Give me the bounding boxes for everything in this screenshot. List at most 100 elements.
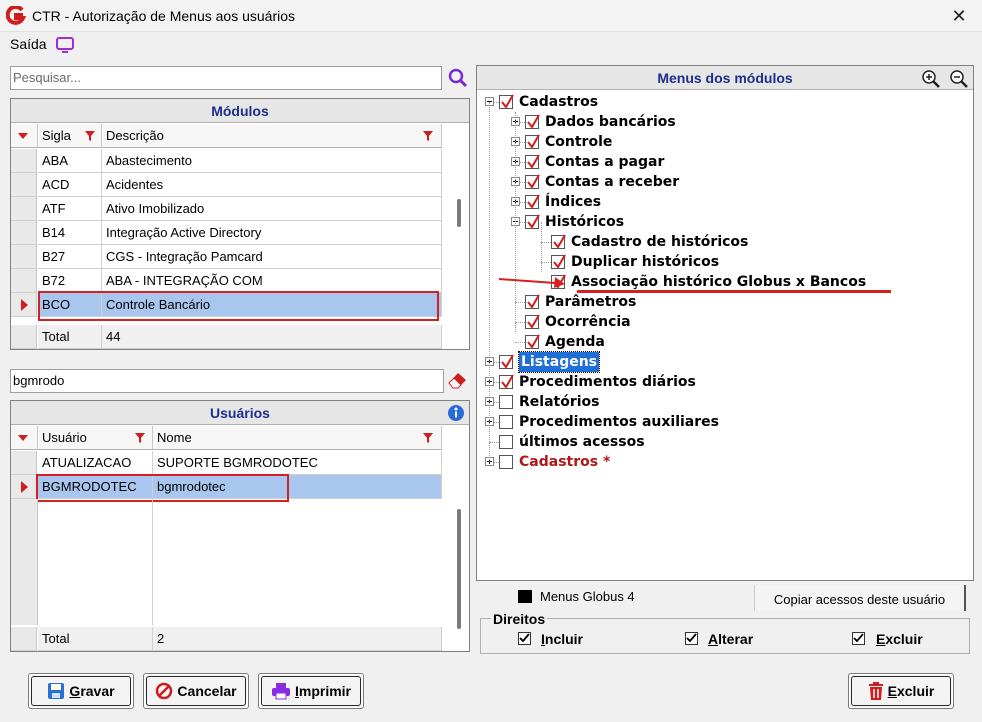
info-icon[interactable] — [447, 404, 465, 422]
close-window-button[interactable]: ✕ — [936, 0, 982, 32]
tree-item[interactable]: Ocorrência — [477, 312, 973, 332]
tree-checkbox[interactable] — [499, 455, 513, 469]
tree-checkbox[interactable] — [499, 435, 513, 449]
tree-item[interactable]: Índices — [477, 192, 973, 212]
menu-saida[interactable]: Saída — [10, 36, 47, 52]
table-row[interactable]: Acidentes — [102, 173, 442, 197]
zoom-in-icon[interactable] — [921, 69, 941, 89]
search-input[interactable]: Pesquisar... — [10, 66, 442, 90]
row-indicator[interactable] — [11, 197, 37, 221]
tree-item[interactable]: Parâmetros — [477, 292, 973, 312]
table-row[interactable]: ATF — [38, 197, 102, 221]
tree-item[interactable]: Procedimentos auxiliares — [477, 412, 973, 432]
incluir-label[interactable]: Incluir — [541, 631, 583, 647]
table-row[interactable]: B14 — [38, 221, 102, 245]
tree-item[interactable]: Listagens — [477, 351, 973, 373]
row-indicator[interactable] — [11, 149, 37, 173]
column-header-usuario[interactable]: Usuário — [38, 426, 153, 450]
menu-tree: Cadastros Dados bancários Controle Contas a… — [477, 92, 973, 572]
filter-icon[interactable] — [423, 131, 433, 141]
alterar-label[interactable]: Alterar — [708, 631, 753, 647]
legend-bar: Menus Globus 4 Copiar acessos deste usuá… — [476, 585, 970, 611]
search-icon[interactable] — [447, 67, 469, 89]
column-header-nome[interactable]: Nome — [153, 426, 442, 450]
usuarios-indicator-header[interactable] — [11, 426, 38, 450]
excluir-checkbox[interactable] — [852, 632, 865, 645]
excluir-label[interactable]: Excluir — [876, 631, 923, 647]
tree-item-label: Duplicar históricos — [571, 254, 720, 270]
row-indicator-selected[interactable] — [11, 293, 37, 317]
tree-checkbox[interactable] — [525, 174, 540, 189]
user-filter-input[interactable]: bgmrodo — [10, 369, 444, 393]
row-indicator[interactable] — [11, 245, 37, 269]
tree-checkbox[interactable] — [525, 114, 540, 129]
tree-item[interactable]: Controle — [477, 132, 973, 152]
legend-label: Menus Globus 4 — [540, 589, 635, 604]
tree-checkbox[interactable] — [525, 294, 540, 309]
tree-checkbox[interactable] — [525, 134, 540, 149]
filter-icon[interactable] — [85, 131, 95, 141]
tree-checkbox[interactable] — [551, 234, 566, 249]
row-indicator-selected[interactable] — [11, 475, 37, 499]
table-row[interactable]: ABA — [38, 149, 102, 173]
tree-item[interactable]: Cadastro de históricos — [477, 232, 973, 252]
incluir-checkbox[interactable] — [518, 632, 531, 645]
column-header-descricao[interactable]: Descrição — [102, 124, 442, 148]
tree-item[interactable]: Contas a pagar — [477, 152, 973, 172]
table-row[interactable]: B27 — [38, 245, 102, 269]
tree-checkbox[interactable] — [525, 314, 540, 329]
tree-checkbox[interactable] — [551, 254, 566, 269]
table-row[interactable]: Abastecimento — [102, 149, 442, 173]
tree-checkbox[interactable] — [499, 415, 513, 429]
tree-item[interactable]: Contas a receber — [477, 172, 973, 192]
tree-item[interactable]: Cadastros — [477, 92, 973, 112]
filter-icon[interactable] — [423, 433, 433, 443]
copy-access-button[interactable]: Copiar acessos deste usuário — [754, 585, 966, 611]
tree-item[interactable]: Agenda — [477, 332, 973, 352]
imprimir-button[interactable]: Imprimir — [258, 673, 364, 709]
row-indicator[interactable] — [11, 451, 37, 475]
tree-item[interactable]: Dados bancários — [477, 112, 973, 132]
table-row[interactable]: B72 — [38, 269, 102, 293]
vertical-scrollbar[interactable] — [457, 509, 461, 629]
table-row[interactable]: ATUALIZACAO — [38, 451, 153, 475]
tree-item[interactable]: Duplicar históricos — [477, 252, 973, 272]
alterar-checkbox[interactable] — [685, 632, 698, 645]
excluir-button[interactable]: Excluir — [848, 673, 954, 709]
zoom-out-icon[interactable] — [949, 69, 969, 89]
vertical-scrollbar[interactable] — [457, 199, 461, 227]
eraser-icon[interactable] — [446, 370, 468, 390]
row-indicator[interactable] — [11, 269, 37, 293]
row-indicator[interactable] — [11, 221, 37, 245]
column-header-sigla[interactable]: Sigla — [38, 124, 102, 148]
gravar-button[interactable]: Gravar — [28, 673, 134, 709]
current-row-arrow-icon — [21, 481, 28, 493]
tree-item-label: últimos acessos — [519, 434, 645, 450]
direitos-title: Direitos — [491, 611, 548, 627]
checkmark-icon — [527, 194, 540, 209]
tree-item[interactable]: últimos acessos — [477, 432, 973, 452]
tree-item[interactable]: Procedimentos diários — [477, 372, 973, 392]
monitor-icon[interactable] — [55, 36, 75, 54]
tree-checkbox[interactable] — [525, 334, 540, 349]
cancelar-button[interactable]: Cancelar — [143, 673, 249, 709]
tree-checkbox[interactable] — [499, 354, 514, 369]
tree-checkbox[interactable] — [525, 214, 540, 229]
tree-checkbox[interactable] — [499, 94, 514, 109]
modulos-indicator-header[interactable] — [11, 124, 38, 148]
table-row[interactable]: SUPORTE BGMRODOTEC — [153, 451, 442, 475]
tree-item[interactable]: Históricos — [477, 212, 973, 232]
table-row[interactable]: ACD — [38, 173, 102, 197]
tree-checkbox[interactable] — [525, 194, 540, 209]
table-row[interactable]: CGS - Integração Pamcard — [102, 245, 442, 269]
tree-checkbox[interactable] — [499, 395, 513, 409]
table-row[interactable]: ABA - INTEGRAÇÃO COM — [102, 269, 442, 293]
row-indicator[interactable] — [11, 173, 37, 197]
tree-checkbox[interactable] — [525, 154, 540, 169]
table-row[interactable]: Integração Active Directory — [102, 221, 442, 245]
tree-checkbox[interactable] — [499, 374, 514, 389]
table-row[interactable]: Ativo Imobilizado — [102, 197, 442, 221]
filter-icon[interactable] — [135, 433, 145, 443]
tree-item[interactable]: Relatórios — [477, 392, 973, 412]
tree-item[interactable]: Cadastros * — [477, 452, 973, 472]
